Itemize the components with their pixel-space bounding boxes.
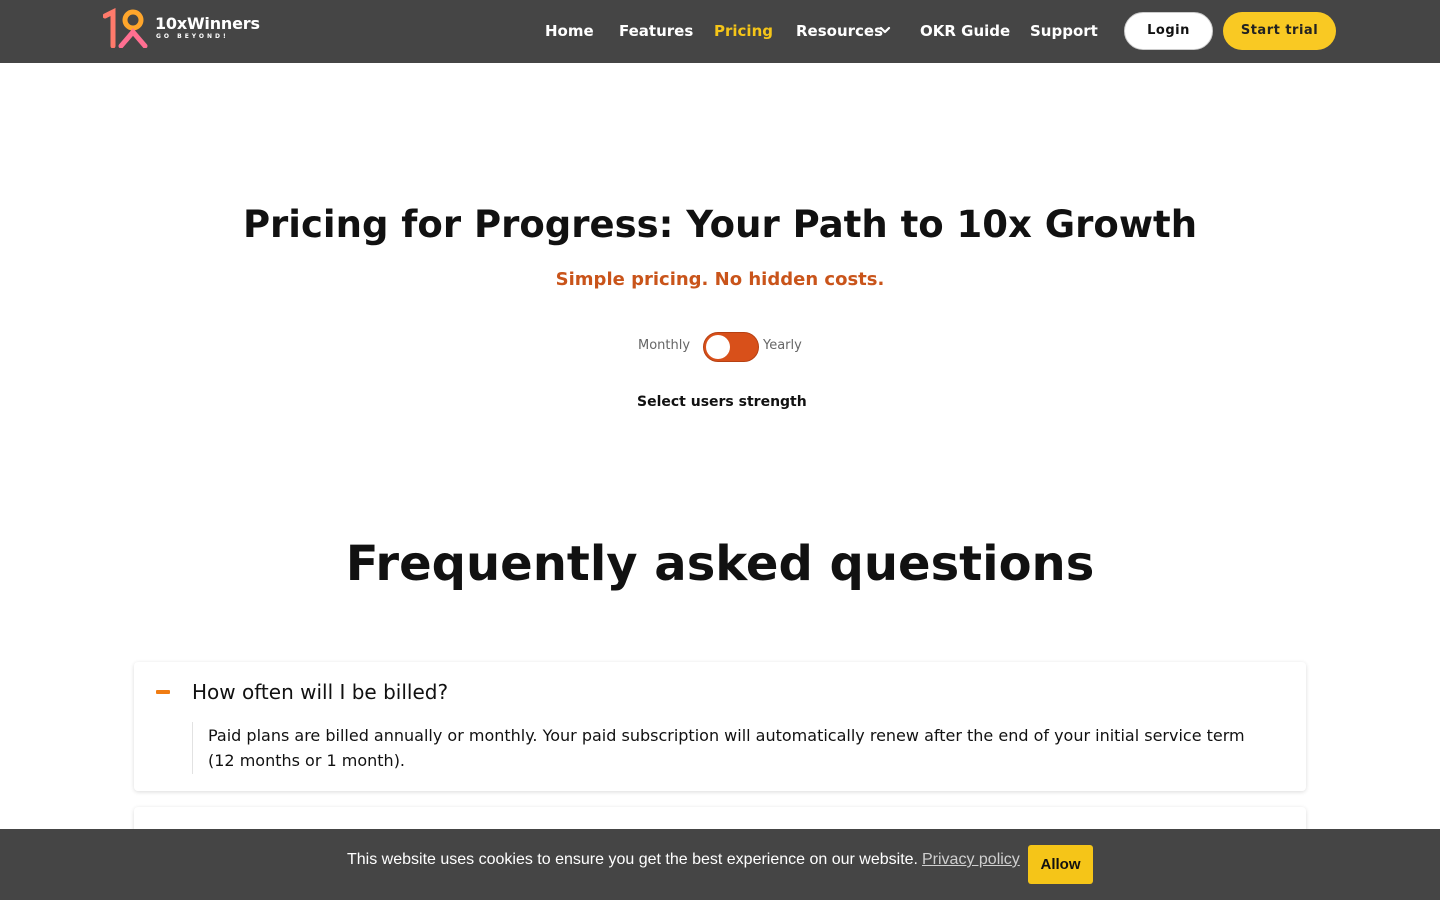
faq-title: Frequently asked questions — [345, 536, 1095, 592]
billing-yearly-label[interactable]: Yearly — [763, 338, 802, 353]
start-trial-button[interactable]: Start trial — [1223, 12, 1336, 50]
nav-features[interactable]: Features — [619, 20, 693, 42]
nav-support[interactable]: Support — [1030, 20, 1098, 42]
users-strength-label: Select users strength — [637, 394, 807, 410]
privacy-policy-link[interactable]: Privacy policy — [922, 851, 1020, 869]
page-subtitle: Simple pricing. No hidden costs. — [555, 269, 885, 290]
billing-period-toggle[interactable] — [703, 332, 759, 362]
faq-answer-divider — [192, 722, 193, 774]
top-navigation-bar: 10xWinners GO BEYOND! Home Features Pric… — [0, 0, 1440, 63]
brand-logo[interactable]: 10xWinners GO BEYOND! — [103, 8, 260, 50]
billing-monthly-label[interactable]: Monthly — [638, 338, 690, 353]
faq-answer: Paid plans are billed annually or monthl… — [208, 726, 1245, 770]
logo-mark-icon — [103, 8, 148, 48]
collapse-minus-icon[interactable] — [156, 690, 170, 694]
login-button[interactable]: Login — [1124, 12, 1213, 50]
brand-tagline: GO BEYOND! — [156, 33, 229, 40]
nav-okr-guide[interactable]: OKR Guide — [920, 20, 1010, 42]
cookie-message: This website uses cookies to ensure you … — [347, 851, 918, 868]
nav-resources[interactable]: Resources — [796, 20, 883, 42]
toggle-knob — [706, 335, 730, 359]
faq-item[interactable]: How often will I be billed? Paid plans a… — [134, 662, 1306, 791]
cookie-banner: This website uses cookies to ensure you … — [0, 829, 1440, 900]
chevron-down-icon[interactable] — [878, 23, 892, 37]
nav-pricing[interactable]: Pricing — [714, 20, 773, 42]
nav-home[interactable]: Home — [545, 20, 594, 42]
faq-question[interactable]: How often will I be billed? — [192, 680, 448, 704]
brand-name: 10xWinners — [155, 14, 260, 33]
allow-cookies-button[interactable]: Allow — [1028, 845, 1093, 884]
page-title: Pricing for Progress: Your Path to 10x G… — [242, 203, 1198, 246]
